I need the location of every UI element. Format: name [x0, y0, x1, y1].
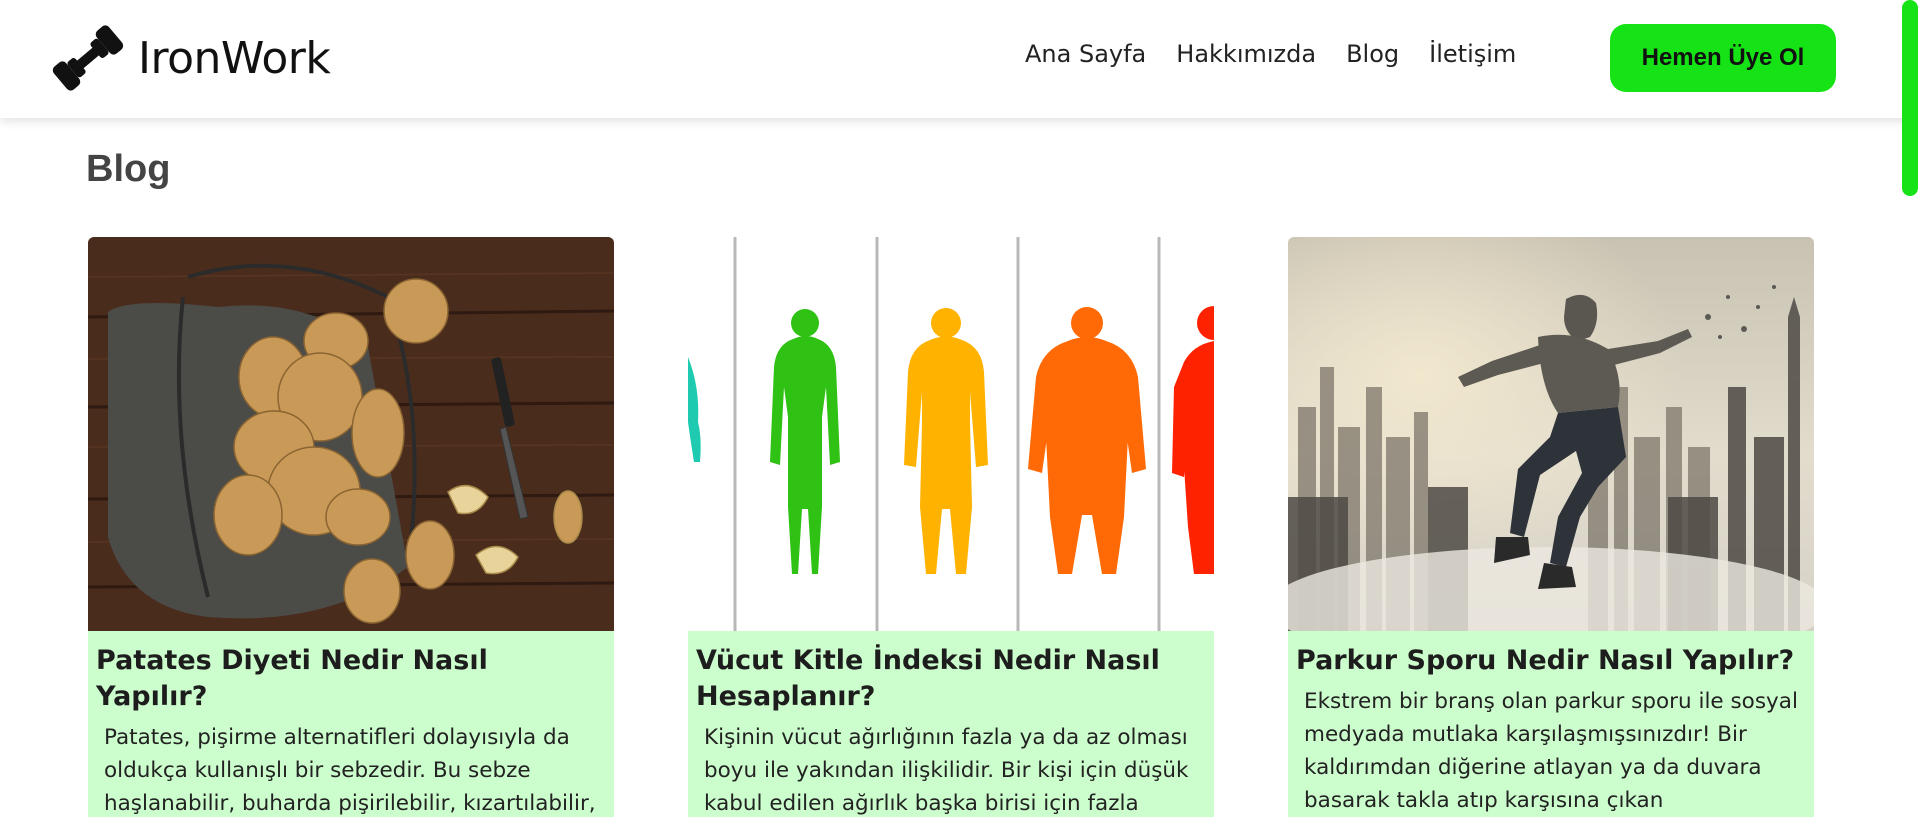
page-title: Blog	[86, 148, 171, 190]
card-body: Vücut Kitle İndeksi Nedir Nasıl Hesaplan…	[688, 631, 1214, 817]
brand-name: IronWork	[138, 32, 331, 84]
dumbbell-icon	[52, 25, 124, 91]
post-excerpt: Ekstrem bir branş olan parkur sporu ile …	[1304, 689, 1798, 813]
post-excerpt: Kişinin vücut ağırlığının fazla ya da az…	[704, 725, 1189, 816]
nav-link-blog[interactable]: Blog	[1346, 40, 1399, 76]
blog-card[interactable]: Parkur Sporu Nedir Nasıl Yapılır? Ekstre…	[1288, 237, 1814, 817]
post-excerpt: Patates, pişirme alternatifleri dolayısı…	[104, 725, 596, 816]
body-mass-index-illustration	[688, 237, 1214, 631]
card-body: Patates Diyeti Nedir Nasıl Yapılır? Pata…	[88, 631, 614, 817]
brand-logo[interactable]: IronWork	[48, 18, 331, 98]
blog-card[interactable]: Patates Diyeti Nedir Nasıl Yapılır? Pata…	[88, 237, 614, 817]
nav-link-home[interactable]: Ana Sayfa	[1025, 40, 1146, 76]
potatoes-photo	[88, 237, 614, 631]
blog-card[interactable]: Vücut Kitle İndeksi Nedir Nasıl Hesaplan…	[688, 237, 1214, 817]
post-title[interactable]: Patates Diyeti Nedir Nasıl Yapılır?	[96, 643, 606, 715]
nav-link-about[interactable]: Hakkımızda	[1176, 40, 1316, 76]
nav-link-contact[interactable]: İletişim	[1429, 40, 1516, 76]
main-nav: Ana Sayfa Hakkımızda Blog İletişim	[1025, 40, 1546, 76]
scrollbar-thumb[interactable]	[1902, 0, 1918, 196]
parkour-jump-photo	[1288, 237, 1814, 631]
post-title[interactable]: Parkur Sporu Nedir Nasıl Yapılır?	[1296, 643, 1806, 679]
signup-button[interactable]: Hemen Üye Ol	[1610, 24, 1836, 92]
navbar: IronWork Ana Sayfa Hakkımızda Blog İleti…	[0, 0, 1918, 118]
post-title[interactable]: Vücut Kitle İndeksi Nedir Nasıl Hesaplan…	[696, 643, 1206, 715]
card-body: Parkur Sporu Nedir Nasıl Yapılır? Ekstre…	[1288, 631, 1814, 817]
